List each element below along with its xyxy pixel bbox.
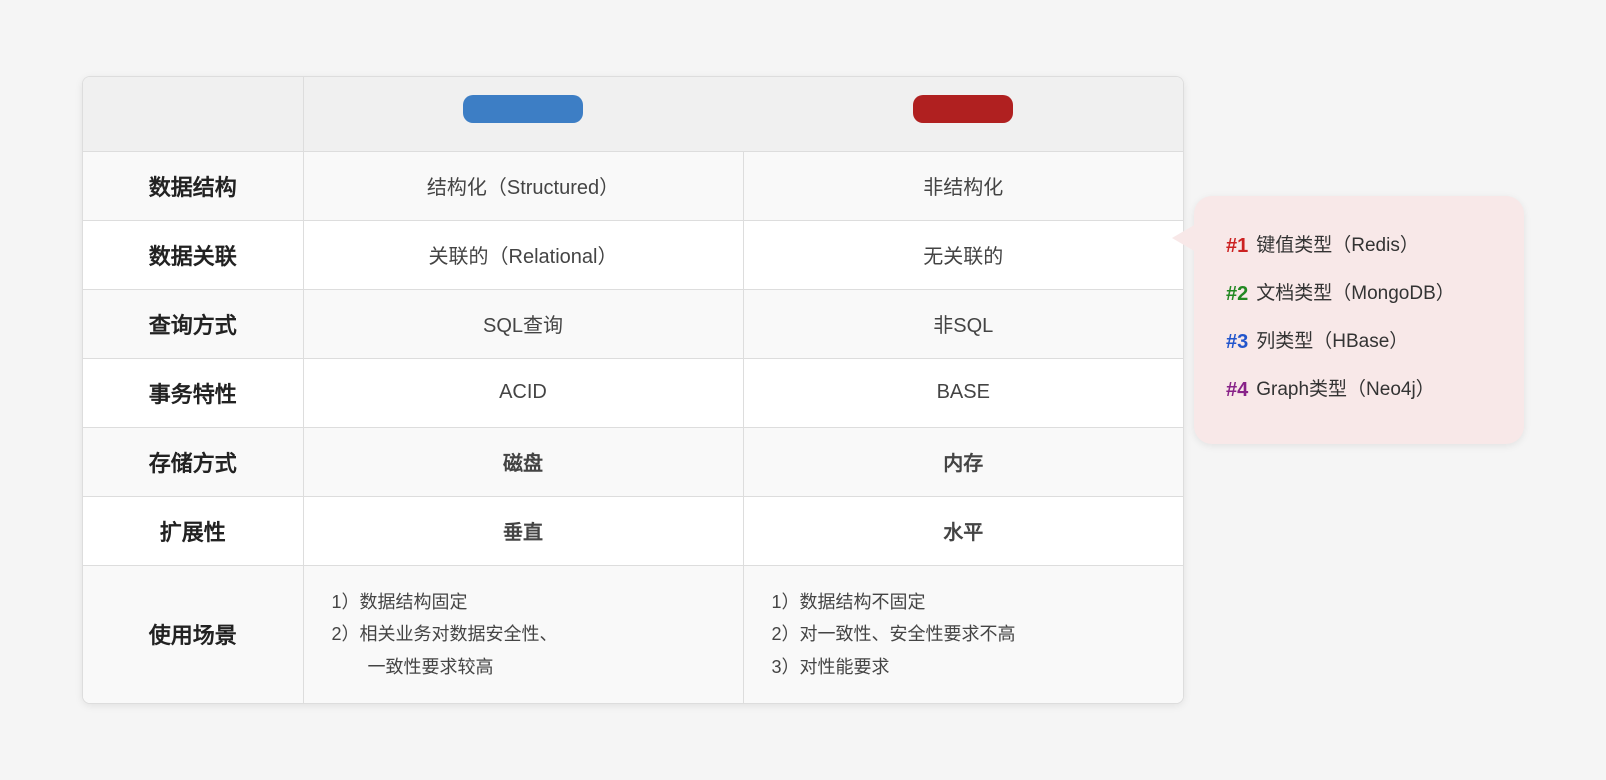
nosql-cell: 内存: [743, 427, 1183, 496]
table-row: 查询方式SQL查询非SQL: [83, 289, 1183, 358]
comparison-table: 数据结构结构化（Structured）非结构化数据关联关联的（Relationa…: [83, 77, 1183, 703]
usage-nosql-line: 2）对一致性、安全性要求不高: [772, 618, 1156, 650]
table-row: 存储方式磁盘内存: [83, 427, 1183, 496]
comparison-table-container: 数据结构结构化（Structured）非结构化数据关联关联的（Relationa…: [82, 76, 1184, 704]
header-nosql-cell: [743, 77, 1183, 152]
callout-item: #4 Graph类型（Neo4j）: [1226, 368, 1492, 412]
usage-sql-line: 1）数据结构固定: [332, 586, 715, 618]
callout-number: #1: [1226, 224, 1248, 268]
callout-text: Graph类型（Neo4j）: [1256, 369, 1434, 411]
sql-cell: SQL查询: [303, 289, 743, 358]
nosql-cell: 非SQL: [743, 289, 1183, 358]
row-label: 数据关联: [83, 220, 303, 289]
row-label: 事务特性: [83, 358, 303, 427]
sql-cell: 结构化（Structured）: [303, 151, 743, 220]
row-label: 数据结构: [83, 151, 303, 220]
table-row: 数据结构结构化（Structured）非结构化: [83, 151, 1183, 220]
callout-number: #2: [1226, 272, 1248, 316]
sql-cell: 垂直: [303, 496, 743, 565]
usage-nosql-line: 1）数据结构不固定: [772, 586, 1156, 618]
callout-item: #1 键值类型（Redis）: [1226, 224, 1492, 268]
nosql-cell: BASE: [743, 358, 1183, 427]
nosql-cell: 水平: [743, 496, 1183, 565]
usage-sql-line: 一致性要求较高: [332, 651, 715, 683]
usage-nosql-line: 3）对性能要求: [772, 651, 1156, 683]
callout-text: 键值类型（Redis）: [1256, 225, 1419, 267]
callout-item: #3 列类型（HBase）: [1226, 320, 1492, 364]
callout-item: #2 文档类型（MongoDB）: [1226, 272, 1492, 316]
nosql-cell: 非结构化: [743, 151, 1183, 220]
nosql-badge: [913, 95, 1013, 123]
header-empty-cell: [83, 77, 303, 152]
sql-cell: 磁盘: [303, 427, 743, 496]
callout-text: 文档类型（MongoDB）: [1256, 273, 1455, 315]
sql-cell: 关联的（Relational）: [303, 220, 743, 289]
sql-cell: ACID: [303, 358, 743, 427]
callout-box: #1 键值类型（Redis）#2 文档类型（MongoDB）#3 列类型（HBa…: [1194, 196, 1524, 444]
row-label: 查询方式: [83, 289, 303, 358]
callout-number: #4: [1226, 368, 1248, 412]
usage-sql-cell: 1）数据结构固定2）相关业务对数据安全性、 一致性要求较高: [303, 565, 743, 703]
header-sql-cell: [303, 77, 743, 152]
usage-label: 使用场景: [83, 565, 303, 703]
callout-container: #1 键值类型（Redis）#2 文档类型（MongoDB）#3 列类型（HBa…: [1194, 196, 1524, 444]
main-wrapper: 数据结构结构化（Structured）非结构化数据关联关联的（Relationa…: [82, 76, 1524, 704]
usage-nosql-cell: 1）数据结构不固定2）对一致性、安全性要求不高3）对性能要求: [743, 565, 1183, 703]
callout-number: #3: [1226, 320, 1248, 364]
table-row: 数据关联关联的（Relational）无关联的: [83, 220, 1183, 289]
row-label: 存储方式: [83, 427, 303, 496]
nosql-cell: 无关联的: [743, 220, 1183, 289]
table-row: 事务特性ACIDBASE: [83, 358, 1183, 427]
usage-row: 使用场景1）数据结构固定2）相关业务对数据安全性、 一致性要求较高1）数据结构不…: [83, 565, 1183, 703]
usage-sql-line: 2）相关业务对数据安全性、: [332, 618, 715, 650]
sql-badge: [463, 95, 583, 123]
callout-text: 列类型（HBase）: [1256, 321, 1408, 363]
row-label: 扩展性: [83, 496, 303, 565]
table-row: 扩展性垂直水平: [83, 496, 1183, 565]
